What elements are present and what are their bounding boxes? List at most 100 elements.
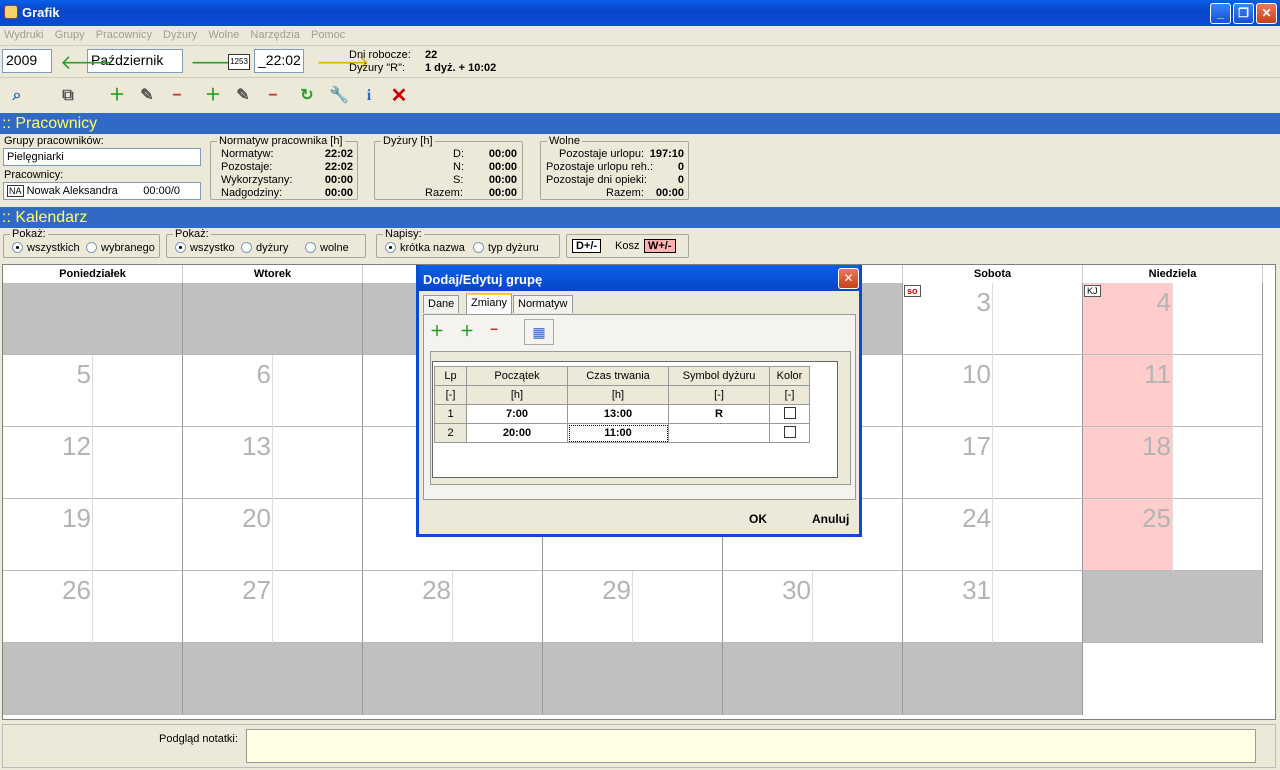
- day-number: 26: [62, 575, 91, 605]
- menu-grupy[interactable]: Grupy: [51, 26, 89, 44]
- calendar-day-cell[interactable]: 26: [3, 571, 183, 643]
- color-checkbox[interactable]: [783, 425, 796, 438]
- menu-bar: Wydruki Grupy Pracownicy Dyżury Wolne Na…: [0, 26, 1280, 46]
- menu-wolne[interactable]: Wolne: [204, 26, 243, 44]
- radio-dyzury[interactable]: dyżury: [241, 242, 288, 254]
- calendar-icon[interactable]: 1253: [228, 54, 250, 70]
- row-lp: 2: [434, 423, 467, 443]
- calendar-day-cell[interactable]: 5: [3, 355, 183, 427]
- radio-krotka-nazwa[interactable]: krótka nazwa: [385, 242, 465, 254]
- pokaz1-caption: Pokaż:: [10, 228, 48, 240]
- group-select[interactable]: Pielęgniarki: [3, 148, 201, 166]
- calendar-day-cell[interactable]: 29: [543, 571, 723, 643]
- calendar-day-cell[interactable]: 4 KJ: [1083, 283, 1263, 355]
- calendar-day-cell[interactable]: 11: [1083, 355, 1263, 427]
- d-toggle-button[interactable]: D+/-: [572, 239, 602, 253]
- row-start[interactable]: 7:00: [466, 404, 568, 424]
- table-row[interactable]: 1 7:00 13:00 R: [434, 404, 810, 424]
- add-worker-icon[interactable]: ＋: [200, 83, 226, 109]
- unit-czas: [h]: [567, 385, 669, 405]
- radio-wybranego-label: wybranego: [101, 242, 155, 254]
- day-header-monday: Poniedziałek: [3, 265, 183, 283]
- copy-icon[interactable]: ⧉: [55, 83, 81, 109]
- delete-group-icon[interactable]: −: [164, 83, 190, 109]
- calendar-day-cell[interactable]: 10: [903, 355, 1083, 427]
- calendar-day-cell[interactable]: 30: [723, 571, 903, 643]
- prev-month-icon[interactable]: 🡐: [60, 50, 114, 75]
- calendar-empty-cell: [903, 643, 1083, 715]
- row-start[interactable]: 20:00: [466, 423, 568, 443]
- row-duration[interactable]: 11:00: [567, 423, 669, 443]
- remove-shift-icon[interactable]: −: [490, 321, 498, 337]
- calendar-day-cell[interactable]: 3 so: [903, 283, 1083, 355]
- year-spinner[interactable]: 2009: [2, 49, 52, 73]
- menu-pracownicy[interactable]: Pracownicy: [92, 26, 156, 44]
- calendar-day-cell[interactable]: 13: [183, 427, 363, 499]
- radio-wszystko-label: wszystko: [190, 242, 235, 254]
- time-field[interactable]: _22:02: [254, 49, 304, 73]
- zoom-icon[interactable]: ⌕: [4, 83, 30, 109]
- worker-select[interactable]: NA Nowak Aleksandra 00:00/0: [3, 182, 201, 200]
- shift-divider: [272, 499, 273, 571]
- edit-worker-icon[interactable]: ✎: [230, 83, 256, 109]
- shift-divider: [272, 427, 273, 499]
- calendar-day-cell[interactable]: 18: [1083, 427, 1263, 499]
- radio-wolne[interactable]: wolne: [305, 242, 349, 254]
- tab-zmiany[interactable]: Zmiany: [466, 293, 513, 314]
- table-row[interactable]: 2 20:00 11:00: [434, 423, 810, 443]
- normatyw-value: 22:02: [324, 148, 353, 160]
- calendar-day-cell[interactable]: 25: [1083, 499, 1263, 571]
- dialog-close-button[interactable]: ✕: [838, 268, 859, 289]
- calculator-icon[interactable]: ▦: [524, 319, 554, 345]
- calendar-day-cell[interactable]: [183, 283, 363, 355]
- col-kolor: Kolor: [769, 366, 810, 386]
- add-shift-icon[interactable]: ＋: [430, 321, 444, 341]
- calendar-day-cell[interactable]: 19: [3, 499, 183, 571]
- menu-wydruki[interactable]: Wydruki: [0, 26, 48, 44]
- calendar-day-cell[interactable]: 27: [183, 571, 363, 643]
- calendar-day-cell[interactable]: 12: [3, 427, 183, 499]
- radio-typ-dyzuru[interactable]: typ dyżuru: [473, 242, 539, 254]
- menu-dyzury[interactable]: Dyżury: [159, 26, 201, 44]
- day-number: 25: [1142, 503, 1171, 533]
- calendar-day-cell[interactable]: 6: [183, 355, 363, 427]
- menu-narzedzia[interactable]: Narzędzia: [246, 26, 304, 44]
- add-group-icon[interactable]: ＋: [104, 83, 130, 109]
- row-color[interactable]: [769, 404, 810, 424]
- insert-shift-icon[interactable]: ＋: [460, 321, 474, 341]
- calendar-empty-cell: [723, 643, 903, 715]
- calendar-day-cell[interactable]: 17: [903, 427, 1083, 499]
- maximize-button[interactable]: ❐: [1233, 3, 1254, 24]
- row-symbol[interactable]: [668, 423, 770, 443]
- w-toggle-button[interactable]: W+/-: [644, 239, 676, 253]
- wrench-icon[interactable]: 🔧: [326, 83, 352, 109]
- note-preview[interactable]: [246, 729, 1256, 763]
- calendar-day-cell[interactable]: 31: [903, 571, 1083, 643]
- dni-robocze-value: 22: [425, 49, 438, 61]
- row-symbol[interactable]: R: [668, 404, 770, 424]
- calendar-day-cell[interactable]: [3, 283, 183, 355]
- minimize-button[interactable]: _: [1210, 3, 1231, 24]
- info-icon[interactable]: i: [356, 83, 382, 109]
- tab-dane[interactable]: Dane: [423, 295, 460, 313]
- calendar-day-cell[interactable]: [1083, 571, 1263, 643]
- tab-normatyw[interactable]: Normatyw: [513, 295, 573, 313]
- close-button[interactable]: ✕: [1256, 3, 1277, 24]
- row-duration[interactable]: 13:00: [567, 404, 669, 424]
- menu-pomoc[interactable]: Pomoc: [307, 26, 349, 44]
- urlop-value: 197:10: [649, 148, 684, 160]
- edit-group-icon[interactable]: ✎: [134, 83, 160, 109]
- row-color[interactable]: [769, 423, 810, 443]
- close-x-icon[interactable]: ✕: [386, 83, 412, 109]
- color-checkbox[interactable]: [783, 406, 796, 419]
- cancel-button[interactable]: Anuluj: [812, 512, 849, 526]
- delete-worker-icon[interactable]: −: [260, 83, 286, 109]
- calendar-day-cell[interactable]: 28: [363, 571, 543, 643]
- ok-button[interactable]: OK: [749, 512, 767, 526]
- calendar-day-cell[interactable]: 24: [903, 499, 1083, 571]
- radio-wszystko[interactable]: wszystko: [175, 242, 235, 254]
- radio-wybranego[interactable]: wybranego: [86, 242, 155, 254]
- radio-wszystkich[interactable]: wszystkich: [12, 242, 80, 254]
- calendar-day-cell[interactable]: 20: [183, 499, 363, 571]
- refresh-icon[interactable]: ↻: [294, 83, 320, 109]
